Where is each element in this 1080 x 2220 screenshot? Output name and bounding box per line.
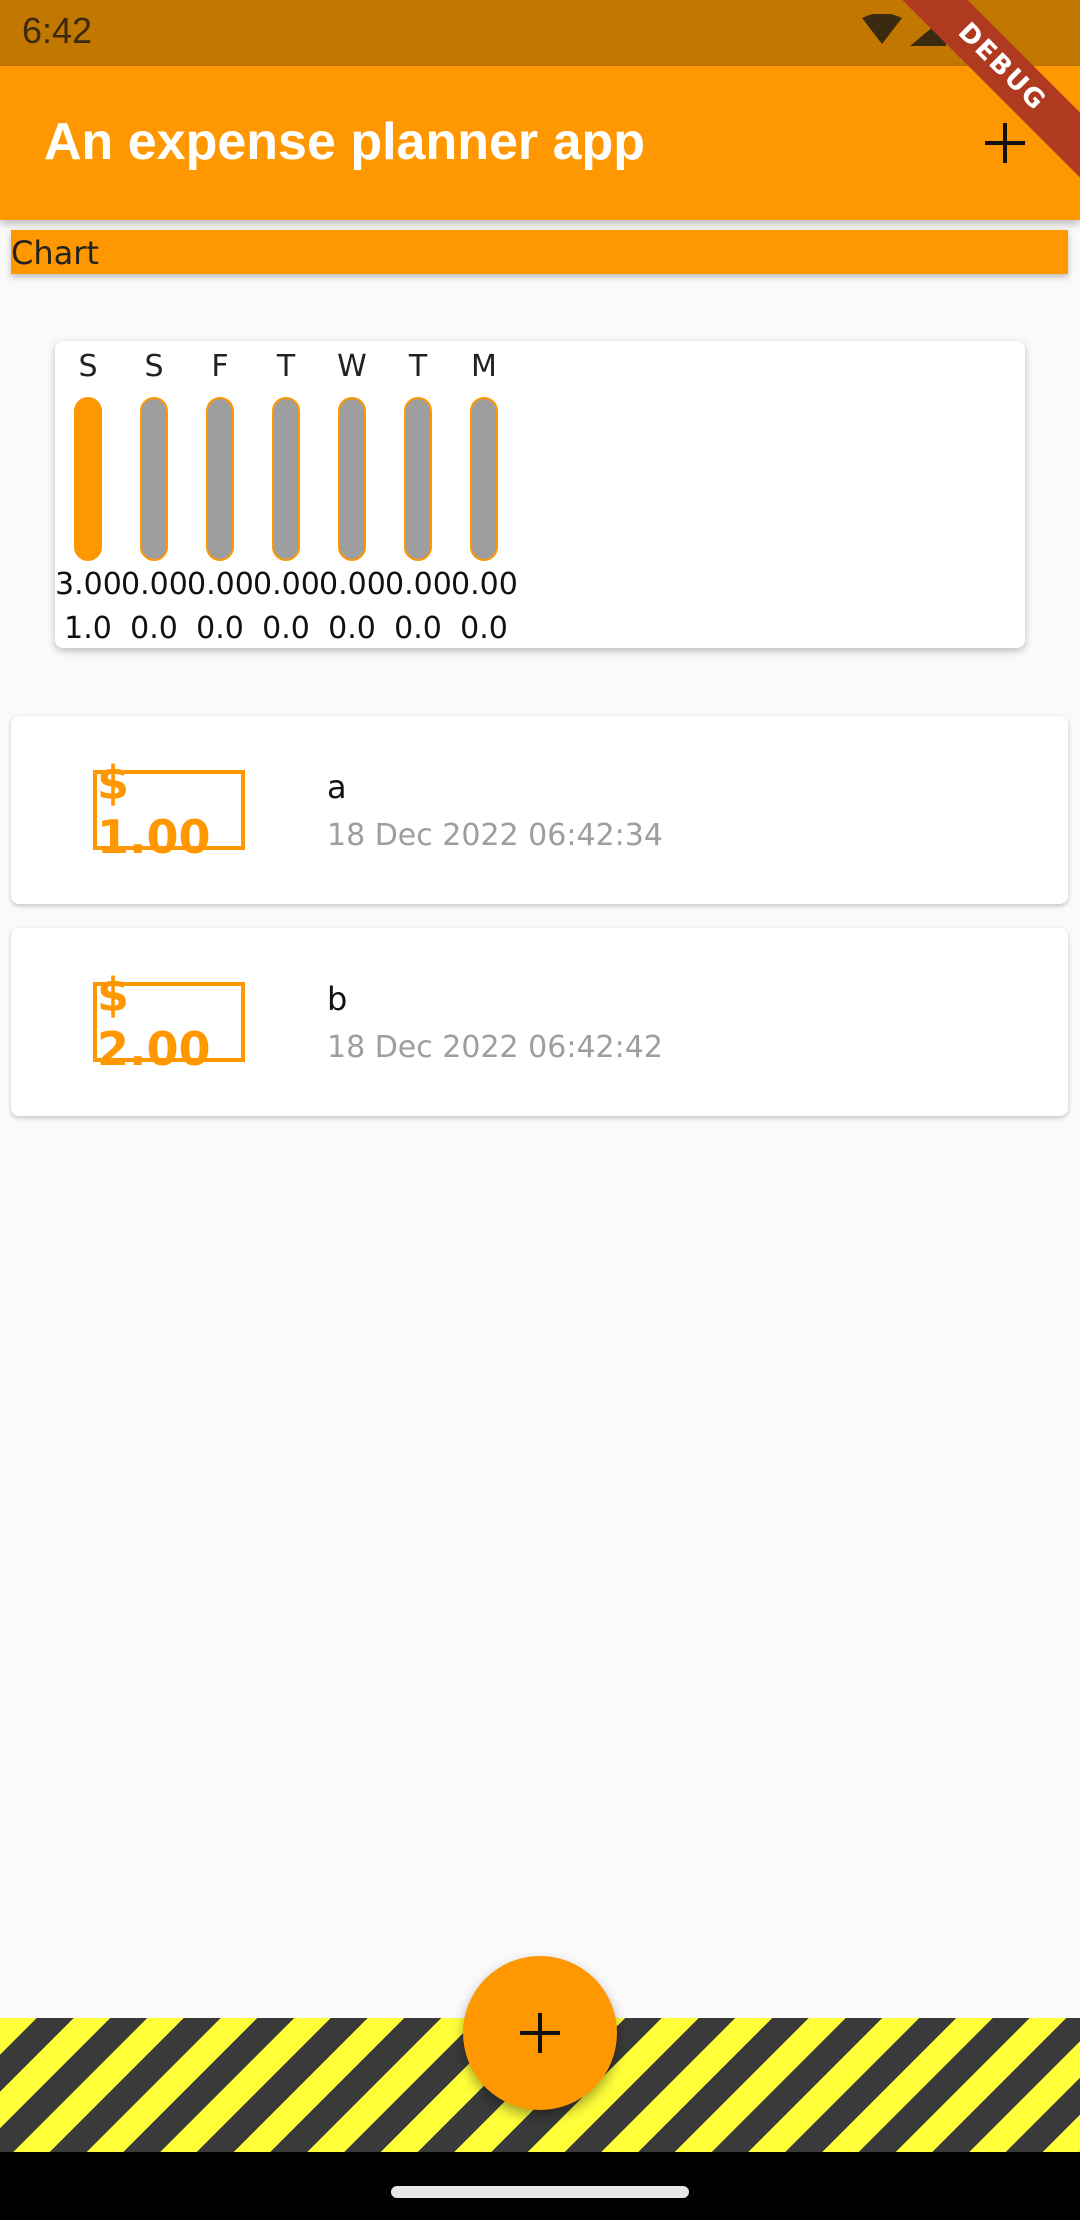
chart-bar-amount: 0.00 [319, 567, 386, 602]
chart-header: Chart [11, 230, 1068, 274]
app-bar: An expense planner app [0, 66, 1080, 220]
chart-day-label: W [337, 349, 367, 384]
chart-bar-fraction: 0.0 [196, 611, 244, 646]
home-handle[interactable] [391, 2186, 689, 2198]
chart-bar-column: S 0.00 0.0 [121, 341, 188, 648]
transaction-card[interactable]: $ 1.00 a 18 Dec 2022 06:42:34 [11, 716, 1068, 904]
chart-bar-column: T 0.00 0.0 [253, 341, 320, 648]
chart-bar-fraction: 0.0 [262, 611, 310, 646]
transaction-date: 18 Dec 2022 06:42:42 [327, 1030, 663, 1065]
plus-icon [520, 2013, 560, 2053]
weekly-chart-card: S 3.00 1.0 S 0.00 0.0 F 0.00 0.0 T 0.00 0.0 W 0.00 0.0… [55, 341, 1025, 648]
transaction-amount: $ 2.00 [93, 968, 245, 1076]
chart-bar-track [404, 397, 432, 561]
chart-bar-track [206, 397, 234, 561]
chart-bar-column: M 0.00 0.0 [451, 341, 518, 648]
chart-bar-fraction: 0.0 [130, 611, 178, 646]
transaction-date: 18 Dec 2022 06:42:34 [327, 818, 663, 853]
chart-bar-column: W 0.00 0.0 [319, 341, 386, 648]
status-time: 6:42 [22, 10, 93, 51]
chart-bar-amount: 0.00 [385, 567, 452, 602]
chart-day-label: S [78, 349, 98, 384]
chart-bar-fraction: 1.0 [64, 611, 112, 646]
transaction-amount: $ 1.00 [93, 756, 245, 864]
chart-bar-column: F 0.00 0.0 [187, 341, 254, 648]
chart-bar-track [338, 397, 366, 561]
chart-day-label: T [408, 349, 428, 384]
chart-bar-fraction: 0.0 [460, 611, 508, 646]
chart-bar-track [272, 397, 300, 561]
chart-bar-fraction: 0.0 [328, 611, 376, 646]
chart-bar-fraction: 0.0 [394, 611, 442, 646]
chart-bar-amount: 0.00 [187, 567, 254, 602]
chart-bar-track [470, 397, 498, 561]
add-fab-button[interactable] [463, 1956, 617, 2110]
chart-day-label: S [144, 349, 164, 384]
chart-bar-column: S 3.00 1.0 [55, 341, 122, 648]
chart-bar-amount: 0.00 [121, 567, 188, 602]
transaction-title: a [327, 768, 347, 806]
chart-bar-column: T 0.00 0.0 [385, 341, 452, 648]
chart-bar-track [74, 397, 102, 561]
chart-bar-amount: 0.00 [253, 567, 320, 602]
chart-bar-amount: 0.00 [451, 567, 518, 602]
system-nav-bar [0, 2152, 1080, 2220]
wifi-icon [862, 13, 902, 44]
app-title: An expense planner app [44, 113, 646, 171]
chart-day-label: M [471, 349, 497, 384]
chart-bar-track [140, 397, 168, 561]
plus-icon [985, 123, 1025, 163]
chart-header-label: Chart [11, 234, 99, 272]
chart-day-label: F [211, 349, 229, 384]
chart-bar-amount: 3.00 [55, 567, 122, 602]
transaction-title: b [327, 980, 348, 1018]
chart-day-label: T [276, 349, 296, 384]
chart-bar-fill [76, 399, 100, 559]
transaction-card[interactable]: $ 2.00 b 18 Dec 2022 06:42:42 [11, 928, 1068, 1116]
